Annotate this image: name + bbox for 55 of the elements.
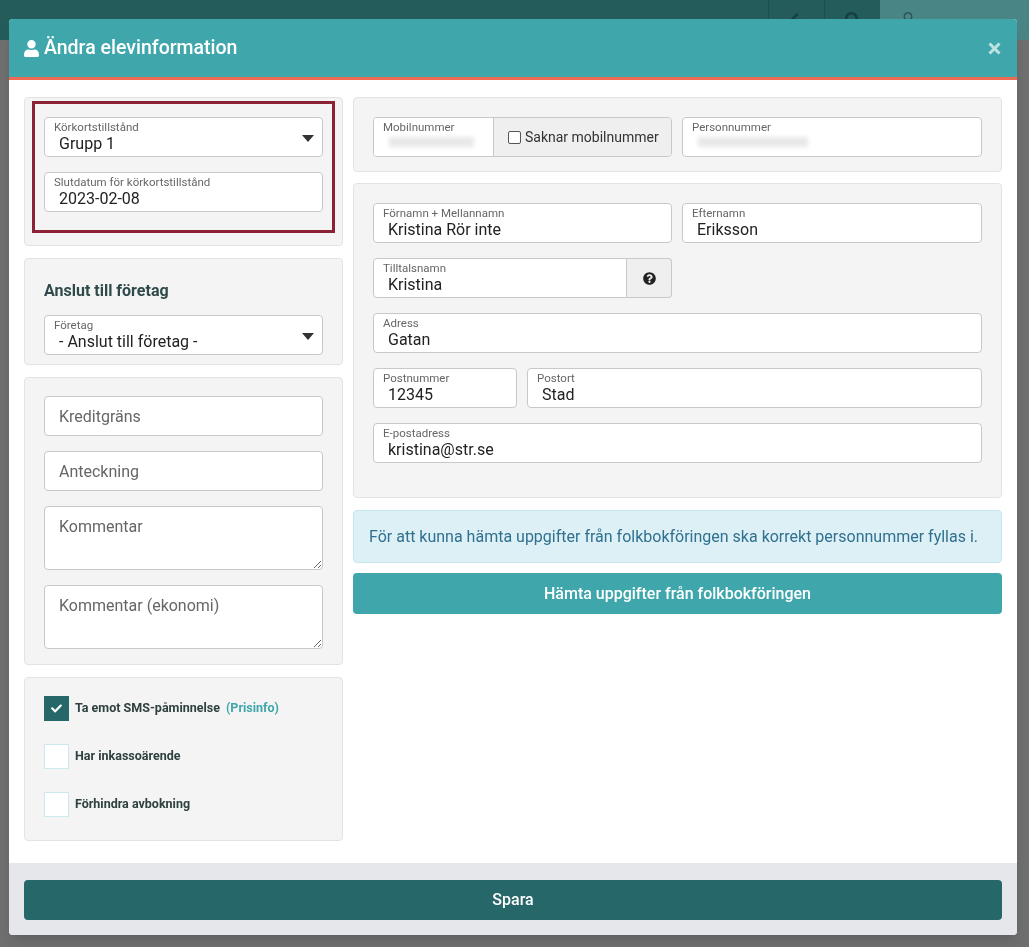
text-field[interactable]: Postnummer 12345 bbox=[373, 368, 517, 408]
field-value: Grupp 1 bbox=[59, 134, 117, 154]
field-label: Personnummer bbox=[692, 121, 772, 134]
field-label: Förnamn + Mellannamn bbox=[383, 207, 506, 220]
text-field[interactable]: Slutdatum för körkortstillstånd 2023-02-08 bbox=[44, 172, 323, 212]
checkbox-label: Saknar mobilnummer bbox=[525, 127, 659, 147]
field-label: Tilltalsnamn bbox=[383, 262, 448, 275]
field-value: kristina@str.se bbox=[388, 440, 495, 460]
text-field[interactable]: Förnamn + Mellannamn Kristina Rör inte bbox=[373, 203, 672, 243]
caret-icon bbox=[302, 135, 314, 142]
option-label: Förhindra avbokning bbox=[75, 795, 191, 814]
field-label: Företag bbox=[54, 319, 95, 332]
checkbox[interactable] bbox=[508, 130, 521, 144]
caret-icon bbox=[302, 333, 314, 340]
field-label: Postnummer bbox=[383, 372, 451, 385]
modal-title: Ändra elevinformation bbox=[44, 35, 238, 62]
text-field[interactable]: Personnummer bbox=[682, 117, 982, 157]
field-value: 12345 bbox=[388, 385, 434, 405]
field-label: Postort bbox=[537, 372, 576, 385]
text-field[interactable]: Företag - Anslut till företag - bbox=[44, 315, 323, 355]
save-button[interactable]: Spara bbox=[24, 880, 1002, 920]
text-field[interactable]: Postort Stad bbox=[527, 368, 982, 408]
field-label: Mobilnummer bbox=[383, 121, 456, 134]
text-field[interactable]: Körkortstillstånd Grupp 1 bbox=[44, 117, 323, 157]
field-value: Eriksson bbox=[697, 220, 759, 240]
textarea-field[interactable]: Kommentar bbox=[44, 506, 323, 570]
option-label: Har inkassoärende bbox=[75, 747, 181, 766]
user-icon bbox=[23, 39, 40, 57]
text-field[interactable]: Efternamn Eriksson bbox=[682, 203, 982, 243]
field-label: Efternamn bbox=[692, 207, 747, 220]
option-label: Ta emot SMS-påminnelse bbox=[75, 699, 220, 718]
field-value: - Anslut till företag - bbox=[59, 332, 199, 352]
text-field[interactable]: Tilltalsnamn Kristina bbox=[373, 258, 627, 298]
field-label: E-postadress bbox=[383, 427, 451, 440]
info-alert: För att kunna hämta uppgifter från folkbokföringen ska korrekt personnummer fyllas i. bbox=[353, 510, 1002, 563]
field-value: 2023-02-08 bbox=[59, 189, 141, 209]
field-value: Kristina Rör inte bbox=[388, 220, 503, 240]
field-label: Adress bbox=[383, 317, 420, 330]
text-field[interactable]: E-postadress kristina@str.se bbox=[373, 423, 982, 463]
field-value: Stad bbox=[542, 385, 576, 405]
question-icon bbox=[642, 271, 656, 285]
check-icon bbox=[51, 703, 62, 714]
field-value: Gatan bbox=[388, 330, 432, 350]
field-value: Kristina bbox=[388, 275, 444, 295]
textarea-field[interactable]: Kommentar (ekonomi) bbox=[44, 585, 323, 649]
field-label: Körkortstillstånd bbox=[54, 121, 140, 134]
checkbox[interactable] bbox=[44, 696, 69, 721]
help-button[interactable] bbox=[627, 258, 672, 298]
input-field[interactable]: Kreditgräns bbox=[44, 396, 323, 436]
text-field[interactable]: Adress Gatan bbox=[373, 313, 982, 353]
section-heading: Anslut till företag bbox=[44, 280, 170, 302]
input-field[interactable]: Anteckning bbox=[44, 451, 323, 491]
field-label: Slutdatum för körkortstillstånd bbox=[54, 176, 212, 189]
mobile-field[interactable]: Mobilnummer Saknar mobilnummer bbox=[373, 117, 672, 157]
no-mobile-addon[interactable]: Saknar mobilnummer bbox=[493, 118, 671, 156]
